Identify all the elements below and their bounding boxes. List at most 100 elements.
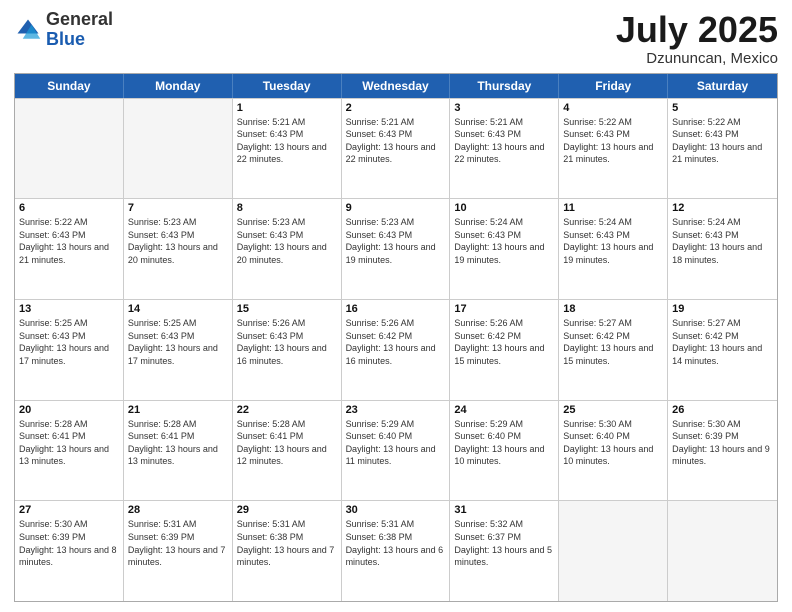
calendar-cell: 16 Sunrise: 5:26 AMSunset: 6:42 PMDayligh… (342, 300, 451, 400)
calendar-cell: 13 Sunrise: 5:25 AMSunset: 6:43 PMDayligh… (15, 300, 124, 400)
day-number: 1 (237, 102, 337, 114)
calendar-cell: 8 Sunrise: 5:23 AMSunset: 6:43 PMDaylight… (233, 199, 342, 299)
calendar-row: 27 Sunrise: 5:30 AMSunset: 6:39 PMDayligh… (15, 500, 777, 601)
day-number: 13 (19, 303, 119, 315)
day-info: Sunrise: 5:27 AMSunset: 6:42 PMDaylight:… (672, 317, 773, 367)
day-number: 26 (672, 404, 773, 416)
calendar-cell: 5 Sunrise: 5:22 AMSunset: 6:43 PMDaylight… (668, 99, 777, 199)
day-info: Sunrise: 5:25 AMSunset: 6:43 PMDaylight:… (128, 317, 228, 367)
calendar-row: 1 Sunrise: 5:21 AMSunset: 6:43 PMDaylight… (15, 98, 777, 199)
day-number: 24 (454, 404, 554, 416)
logo-blue: Blue (46, 29, 85, 49)
day-info: Sunrise: 5:31 AMSunset: 6:38 PMDaylight:… (237, 518, 337, 568)
weekday-header: Thursday (450, 74, 559, 98)
calendar-cell (124, 99, 233, 199)
calendar-cell: 29Sunrise: 5:31 AMSunset: 6:38 PMDayligh… (233, 501, 342, 601)
day-info: Sunrise: 5:24 AMSunset: 6:43 PMDaylight:… (672, 216, 773, 266)
day-info: Sunrise: 5:29 AMSunset: 6:40 PMDaylight:… (454, 418, 554, 468)
day-number: 22 (237, 404, 337, 416)
day-number: 7 (128, 202, 228, 214)
day-info: Sunrise: 5:31 AMSunset: 6:38 PMDaylight:… (346, 518, 446, 568)
calendar-cell: 1 Sunrise: 5:21 AMSunset: 6:43 PMDaylight… (233, 99, 342, 199)
calendar-body: 1 Sunrise: 5:21 AMSunset: 6:43 PMDaylight… (15, 98, 777, 601)
day-number: 14 (128, 303, 228, 315)
calendar: SundayMondayTuesdayWednesdayThursdayFrid… (14, 73, 778, 602)
day-number: 27 (19, 504, 119, 516)
logo-icon (14, 16, 42, 44)
day-number: 8 (237, 202, 337, 214)
day-info: Sunrise: 5:26 AMSunset: 6:42 PMDaylight:… (346, 317, 446, 367)
day-info: Sunrise: 5:24 AMSunset: 6:43 PMDaylight:… (454, 216, 554, 266)
calendar-cell: 7 Sunrise: 5:23 AMSunset: 6:43 PMDaylight… (124, 199, 233, 299)
day-number: 16 (346, 303, 446, 315)
day-info: Sunrise: 5:32 AMSunset: 6:37 PMDaylight:… (454, 518, 554, 568)
calendar-cell: 22 Sunrise: 5:28 AMSunset: 6:41 PMDayligh… (233, 401, 342, 501)
day-number: 3 (454, 102, 554, 114)
day-info: Sunrise: 5:23 AMSunset: 6:43 PMDaylight:… (346, 216, 446, 266)
day-number: 9 (346, 202, 446, 214)
day-info: Sunrise: 5:29 AMSunset: 6:40 PMDaylight:… (346, 418, 446, 468)
day-info: Sunrise: 5:28 AMSunset: 6:41 PMDaylight:… (128, 418, 228, 468)
weekday-header: Monday (124, 74, 233, 98)
day-info: Sunrise: 5:24 AMSunset: 6:43 PMDaylight:… (563, 216, 663, 266)
day-info: Sunrise: 5:27 AMSunset: 6:42 PMDaylight:… (563, 317, 663, 367)
day-number: 28 (128, 504, 228, 516)
page: General Blue July 2025 Dzununcan, Mexico… (0, 0, 792, 612)
calendar-cell: 20Sunrise: 5:28 AMSunset: 6:41 PMDayligh… (15, 401, 124, 501)
day-info: Sunrise: 5:30 AMSunset: 6:39 PMDaylight:… (672, 418, 773, 468)
calendar-cell: 30 Sunrise: 5:31 AMSunset: 6:38 PMDayligh… (342, 501, 451, 601)
day-info: Sunrise: 5:25 AMSunset: 6:43 PMDaylight:… (19, 317, 119, 367)
day-number: 19 (672, 303, 773, 315)
calendar-cell: 25Sunrise: 5:30 AMSunset: 6:40 PMDayligh… (559, 401, 668, 501)
day-info: Sunrise: 5:31 AMSunset: 6:39 PMDaylight:… (128, 518, 228, 568)
day-info: Sunrise: 5:22 AMSunset: 6:43 PMDaylight:… (672, 116, 773, 166)
calendar-cell: 28 Sunrise: 5:31 AMSunset: 6:39 PMDayligh… (124, 501, 233, 601)
day-number: 11 (563, 202, 663, 214)
calendar-cell: 15 Sunrise: 5:26 AMSunset: 6:43 PMDayligh… (233, 300, 342, 400)
calendar-cell: 4Sunrise: 5:22 AMSunset: 6:43 PMDaylight… (559, 99, 668, 199)
logo-general: General (46, 9, 113, 29)
calendar-cell (668, 501, 777, 601)
calendar-header: SundayMondayTuesdayWednesdayThursdayFrid… (15, 74, 777, 98)
title-block: July 2025 Dzununcan, Mexico (616, 10, 778, 67)
calendar-row: 13 Sunrise: 5:25 AMSunset: 6:43 PMDayligh… (15, 299, 777, 400)
weekday-header: Saturday (668, 74, 777, 98)
weekday-header: Tuesday (233, 74, 342, 98)
day-info: Sunrise: 5:28 AMSunset: 6:41 PMDaylight:… (237, 418, 337, 468)
day-info: Sunrise: 5:30 AMSunset: 6:39 PMDaylight:… (19, 518, 119, 568)
calendar-cell: 23 Sunrise: 5:29 AMSunset: 6:40 PMDayligh… (342, 401, 451, 501)
calendar-row: 6 Sunrise: 5:22 AMSunset: 6:43 PMDaylight… (15, 198, 777, 299)
header: General Blue July 2025 Dzununcan, Mexico (14, 10, 778, 67)
calendar-cell: 14 Sunrise: 5:25 AMSunset: 6:43 PMDayligh… (124, 300, 233, 400)
day-number: 25 (563, 404, 663, 416)
day-number: 30 (346, 504, 446, 516)
logo: General Blue (14, 10, 113, 50)
day-info: Sunrise: 5:23 AMSunset: 6:43 PMDaylight:… (128, 216, 228, 266)
day-number: 6 (19, 202, 119, 214)
calendar-cell: 21 Sunrise: 5:28 AMSunset: 6:41 PMDayligh… (124, 401, 233, 501)
day-number: 20 (19, 404, 119, 416)
calendar-cell: 9 Sunrise: 5:23 AMSunset: 6:43 PMDaylight… (342, 199, 451, 299)
day-info: Sunrise: 5:22 AMSunset: 6:43 PMDaylight:… (19, 216, 119, 266)
day-number: 17 (454, 303, 554, 315)
day-number: 5 (672, 102, 773, 114)
day-number: 15 (237, 303, 337, 315)
calendar-cell: 17Sunrise: 5:26 AMSunset: 6:42 PMDayligh… (450, 300, 559, 400)
day-info: Sunrise: 5:21 AMSunset: 6:43 PMDaylight:… (237, 116, 337, 166)
day-number: 23 (346, 404, 446, 416)
day-number: 18 (563, 303, 663, 315)
calendar-cell (15, 99, 124, 199)
location: Dzununcan, Mexico (616, 50, 778, 67)
calendar-cell: 31Sunrise: 5:32 AMSunset: 6:37 PMDayligh… (450, 501, 559, 601)
day-info: Sunrise: 5:26 AMSunset: 6:43 PMDaylight:… (237, 317, 337, 367)
logo-text: General Blue (46, 10, 113, 50)
day-info: Sunrise: 5:23 AMSunset: 6:43 PMDaylight:… (237, 216, 337, 266)
day-number: 21 (128, 404, 228, 416)
calendar-cell: 11 Sunrise: 5:24 AMSunset: 6:43 PMDayligh… (559, 199, 668, 299)
day-number: 12 (672, 202, 773, 214)
day-number: 10 (454, 202, 554, 214)
day-number: 2 (346, 102, 446, 114)
calendar-cell: 3Sunrise: 5:21 AMSunset: 6:43 PMDaylight… (450, 99, 559, 199)
day-info: Sunrise: 5:21 AMSunset: 6:43 PMDaylight:… (346, 116, 446, 166)
day-number: 4 (563, 102, 663, 114)
